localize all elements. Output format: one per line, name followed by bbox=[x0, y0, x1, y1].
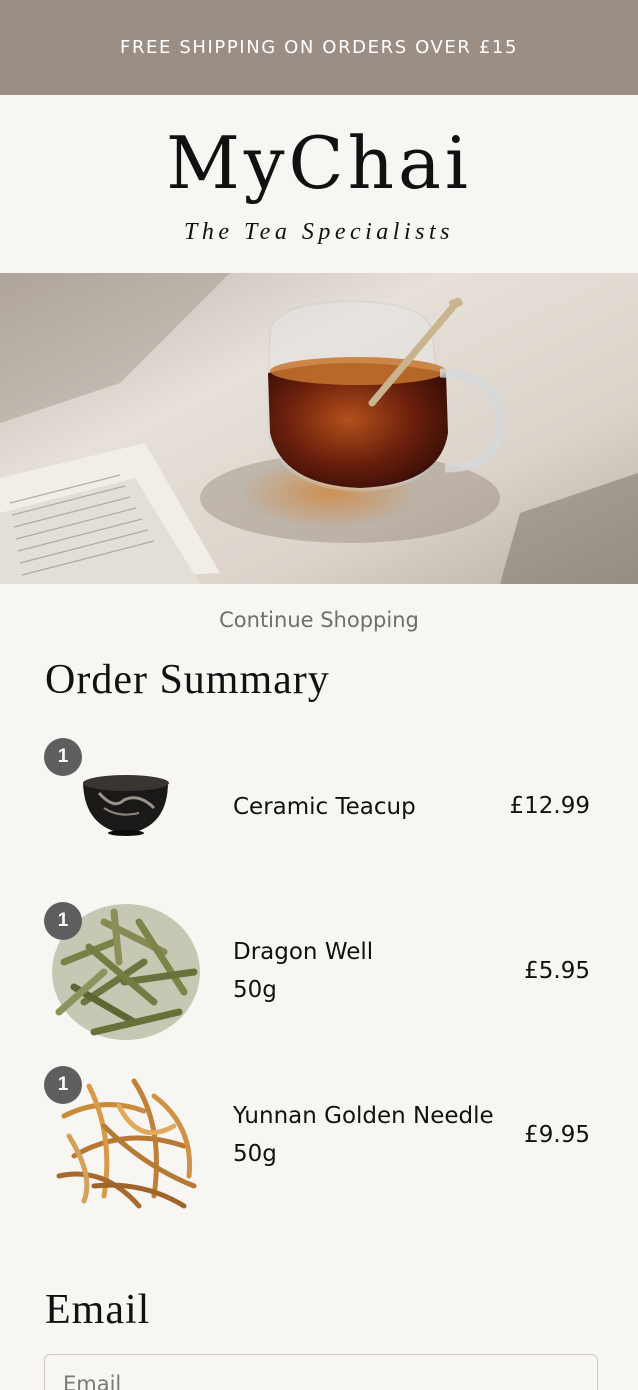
quantity-badge: 1 bbox=[44, 902, 82, 940]
order-item: 1 Ceramic Teacup £12.99 bbox=[44, 738, 594, 888]
brand-tagline: The Tea Specialists bbox=[184, 219, 454, 245]
tea-glass-photo bbox=[0, 273, 638, 584]
continue-shopping-link[interactable]: Continue Shopping bbox=[0, 608, 638, 632]
shipping-banner: FREE SHIPPING ON ORDERS OVER £15 bbox=[0, 0, 638, 95]
item-price: £5.95 bbox=[524, 958, 590, 984]
brand-logo[interactable]: MyChai bbox=[0, 123, 638, 203]
item-name-group: Yunnan Golden Needle 50g bbox=[233, 1097, 494, 1173]
item-variant: 50g bbox=[233, 1141, 277, 1167]
order-item: 1 Yunnan Golden Needle 50g £9.95 bbox=[44, 1066, 594, 1216]
item-price: £12.99 bbox=[509, 793, 590, 819]
quantity-badge: 1 bbox=[44, 738, 82, 776]
shipping-banner-text: FREE SHIPPING ON ORDERS OVER £15 bbox=[120, 37, 518, 58]
item-name: Ceramic Teacup bbox=[233, 794, 416, 820]
email-input[interactable] bbox=[44, 1354, 598, 1390]
item-name: Yunnan Golden Needle bbox=[233, 1103, 494, 1129]
item-price: £9.95 bbox=[524, 1122, 590, 1148]
order-item: 1 Dragon Well 50g £5.95 bbox=[44, 902, 594, 1052]
item-name: Dragon Well bbox=[233, 939, 374, 965]
hero-image bbox=[0, 273, 638, 584]
quantity-badge: 1 bbox=[44, 1066, 82, 1104]
item-name-group: Dragon Well 50g bbox=[233, 933, 373, 1009]
site-header: MyChai The Tea Specialists bbox=[0, 95, 638, 273]
email-section-title: Email bbox=[45, 1287, 151, 1333]
item-variant: 50g bbox=[233, 977, 277, 1003]
order-summary-title: Order Summary bbox=[45, 657, 330, 703]
